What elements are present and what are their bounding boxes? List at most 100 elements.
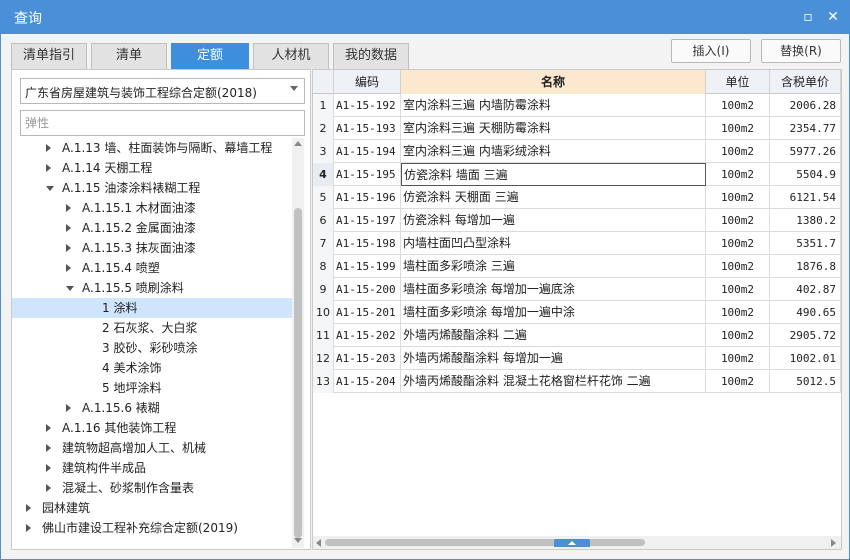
cell-price[interactable]: 2354.77 xyxy=(770,117,841,140)
cell-name[interactable]: 仿瓷涂料 每增加一遍 xyxy=(401,209,706,232)
table-row[interactable]: 12 A1-15-203 外墙丙烯酸酯涂料 每增加一遍 100m2 1002.01 xyxy=(313,347,841,370)
cell-idx[interactable]: 2 xyxy=(313,117,334,140)
cell-idx[interactable]: 1 xyxy=(313,94,334,117)
cell-code[interactable]: A1-15-196 xyxy=(334,186,401,209)
cell-price[interactable]: 5504.9 xyxy=(770,163,841,186)
cell-code[interactable]: A1-15-199 xyxy=(334,255,401,278)
collapsed-triangle-icon[interactable] xyxy=(46,464,51,472)
expanded-triangle-icon[interactable] xyxy=(46,186,54,191)
cell-idx[interactable]: 5 xyxy=(313,186,334,209)
table-row[interactable]: 4 A1-15-195 仿瓷涂料 墙面 三遍 100m2 5504.9 xyxy=(313,163,841,186)
collapsed-triangle-icon[interactable] xyxy=(46,484,51,492)
cell-code[interactable]: A1-15-204 xyxy=(334,370,401,393)
cell-name[interactable]: 墙柱面多彩喷涂 每增加一遍底涂 xyxy=(401,278,706,301)
cell-name[interactable]: 仿瓷涂料 墙面 三遍 xyxy=(401,163,706,186)
collapsed-triangle-icon[interactable] xyxy=(46,164,51,172)
collapsed-triangle-icon[interactable] xyxy=(46,424,51,432)
hscroll-thumb[interactable] xyxy=(325,539,645,546)
collapsed-triangle-icon[interactable] xyxy=(66,244,71,252)
tree-item[interactable]: A.1.15.1 木材面油漆 xyxy=(12,198,294,218)
tree-item[interactable]: A.1.14 天棚工程 xyxy=(12,158,294,178)
header-price[interactable]: 含税单价 xyxy=(770,70,841,94)
tree-item[interactable]: A.1.15.6 裱糊 xyxy=(12,398,294,418)
cell-unit[interactable]: 100m2 xyxy=(706,140,770,163)
tree-item[interactable]: A.1.16 其他装饰工程 xyxy=(12,418,294,438)
cell-code[interactable]: A1-15-200 xyxy=(334,278,401,301)
tree-item[interactable]: A.1.15.3 抹灰面油漆 xyxy=(12,238,294,258)
table-row[interactable]: 10 A1-15-201 墙柱面多彩喷涂 每增加一遍中涂 100m2 490.65 xyxy=(313,301,841,324)
tab-bill-guide[interactable]: 清单指引 xyxy=(11,43,87,69)
cell-code[interactable]: A1-15-202 xyxy=(334,324,401,347)
cell-unit[interactable]: 100m2 xyxy=(706,209,770,232)
cell-unit[interactable]: 100m2 xyxy=(706,186,770,209)
header-code[interactable]: 编码 xyxy=(334,70,401,94)
cell-price[interactable]: 1002.01 xyxy=(770,347,841,370)
tree-item[interactable]: A.1.13 墙、柱面装饰与隔断、幕墙工程 xyxy=(12,138,294,158)
panel-collapse-grip[interactable] xyxy=(554,539,590,547)
tree-item[interactable]: 2 石灰浆、大白浆 xyxy=(12,318,294,338)
tab-quota[interactable]: 定额 xyxy=(171,43,249,69)
cell-idx[interactable]: 6 xyxy=(313,209,334,232)
table-row[interactable]: 1 A1-15-192 室内涂料三遍 内墙防霉涂料 100m2 2006.28 xyxy=(313,94,841,117)
header-name[interactable]: 名称 xyxy=(401,70,706,94)
cell-unit[interactable]: 100m2 xyxy=(706,370,770,393)
cell-name[interactable]: 外墙丙烯酸酯涂料 混凝土花格窗栏杆花饰 二遍 xyxy=(401,370,706,393)
cell-name[interactable]: 室内涂料三遍 内墙防霉涂料 xyxy=(401,94,706,117)
tree-item[interactable]: 3 胶砂、彩砂喷涂 xyxy=(12,338,294,358)
collapsed-triangle-icon[interactable] xyxy=(66,404,71,412)
cell-name[interactable]: 墙柱面多彩喷涂 三遍 xyxy=(401,255,706,278)
table-row[interactable]: 9 A1-15-200 墙柱面多彩喷涂 每增加一遍底涂 100m2 402.87 xyxy=(313,278,841,301)
scroll-right-icon[interactable] xyxy=(831,539,836,547)
cell-name[interactable]: 墙柱面多彩喷涂 每增加一遍中涂 xyxy=(401,301,706,324)
tree-item[interactable]: A.1.15.5 喷刷涂料 xyxy=(12,278,294,298)
cell-name[interactable]: 外墙丙烯酸酯涂料 每增加一遍 xyxy=(401,347,706,370)
tree-item[interactable]: 5 地坪涂料 xyxy=(12,378,294,398)
collapsed-triangle-icon[interactable] xyxy=(66,264,71,272)
cell-name[interactable]: 内墙柱面凹凸型涂料 xyxy=(401,232,706,255)
cell-idx[interactable]: 12 xyxy=(313,347,334,370)
scroll-thumb[interactable] xyxy=(294,208,302,538)
tree-item[interactable]: 4 美术涂饰 xyxy=(12,358,294,378)
close-icon[interactable]: ✕ xyxy=(825,9,841,25)
cell-idx[interactable]: 11 xyxy=(313,324,334,347)
collapsed-triangle-icon[interactable] xyxy=(46,444,51,452)
cell-code[interactable]: A1-15-192 xyxy=(334,94,401,117)
cell-idx[interactable]: 4 xyxy=(313,163,334,186)
cell-price[interactable]: 5012.5 xyxy=(770,370,841,393)
table-row[interactable]: 6 A1-15-197 仿瓷涂料 每增加一遍 100m2 1380.2 xyxy=(313,209,841,232)
tree-item[interactable]: 建筑物超高增加人工、机械 xyxy=(12,438,294,458)
tree-item[interactable]: A.1.15.2 金属面油漆 xyxy=(12,218,294,238)
cell-name[interactable]: 仿瓷涂料 天棚面 三遍 xyxy=(401,186,706,209)
cell-unit[interactable]: 100m2 xyxy=(706,117,770,140)
tree-item[interactable]: A.1.15.4 喷塑 xyxy=(12,258,294,278)
cell-price[interactable]: 6121.54 xyxy=(770,186,841,209)
tab-my-data[interactable]: 我的数据 xyxy=(333,43,409,69)
tree-item[interactable]: 建筑构件半成品 xyxy=(12,458,294,478)
search-input[interactable]: 弹性 xyxy=(20,110,305,136)
cell-price[interactable]: 5351.7 xyxy=(770,232,841,255)
table-row[interactable]: 3 A1-15-194 室内涂料三遍 内墙彩绒涂料 100m2 5977.26 xyxy=(313,140,841,163)
tab-labor-material-machine[interactable]: 人材机 xyxy=(253,43,329,69)
tree-item[interactable]: 园林建筑 xyxy=(12,498,294,518)
insert-button[interactable]: 插入(I) xyxy=(671,39,751,63)
cell-idx[interactable]: 7 xyxy=(313,232,334,255)
replace-button[interactable]: 替换(R) xyxy=(761,39,841,63)
cell-unit[interactable]: 100m2 xyxy=(706,232,770,255)
tree-item[interactable]: A.1.15 油漆涂料裱糊工程 xyxy=(12,178,294,198)
cell-unit[interactable]: 100m2 xyxy=(706,94,770,117)
cell-unit[interactable]: 100m2 xyxy=(706,324,770,347)
table-row[interactable]: 13 A1-15-204 外墙丙烯酸酯涂料 混凝土花格窗栏杆花饰 二遍 100m2 50… xyxy=(313,370,841,393)
tree-item[interactable]: 混凝土、砂浆制作含量表 xyxy=(12,478,294,498)
collapsed-triangle-icon[interactable] xyxy=(66,204,71,212)
scroll-left-icon[interactable] xyxy=(316,539,321,547)
collapsed-triangle-icon[interactable] xyxy=(26,524,31,532)
cell-price[interactable]: 402.87 xyxy=(770,278,841,301)
cell-price[interactable]: 1380.2 xyxy=(770,209,841,232)
cell-idx[interactable]: 8 xyxy=(313,255,334,278)
minimize-icon[interactable]: ▫ xyxy=(800,9,816,25)
tree-item[interactable]: 佛山市建设工程补充综合定额(2019) xyxy=(12,518,294,538)
cell-unit[interactable]: 100m2 xyxy=(706,163,770,186)
quota-library-select[interactable]: 广东省房屋建筑与装饰工程综合定额(2018) xyxy=(20,78,305,104)
cell-idx[interactable]: 3 xyxy=(313,140,334,163)
cell-name[interactable]: 外墙丙烯酸酯涂料 二遍 xyxy=(401,324,706,347)
